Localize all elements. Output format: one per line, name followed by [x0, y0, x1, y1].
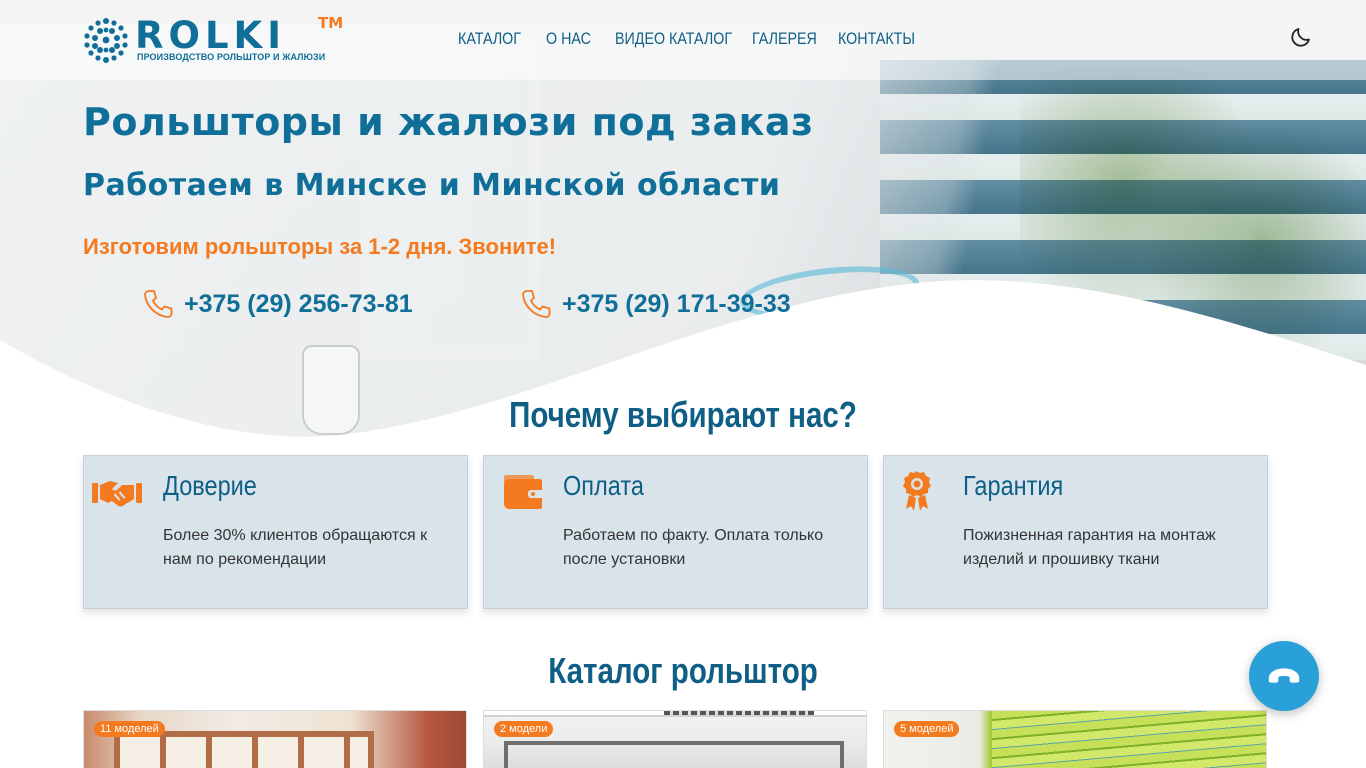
phone-hangup-icon: [1268, 668, 1300, 683]
model-count-badge: 2 модели: [494, 721, 554, 737]
hero-subtitle: Работаем в Минске и Минской области: [83, 168, 781, 203]
handshake-icon: [92, 481, 142, 507]
catalog-image: [484, 711, 866, 768]
nav-item-gallery[interactable]: ГАЛЕРЕЯ: [752, 29, 817, 49]
logo-tagline: ПРОИЗВОДСТВО РОЛЬШТОР И ЖАЛЮЗИ: [137, 52, 326, 62]
nav-item-catalog[interactable]: КАТАЛОГ: [458, 29, 521, 49]
catalog-title: Каталог рольштор: [548, 650, 818, 691]
logo-wordmark: ROLKI: [135, 14, 286, 57]
nav-item-about[interactable]: О НАС: [546, 29, 591, 49]
model-count-badge: 11 моделей: [94, 721, 165, 737]
phone-link-1[interactable]: +375 (29) 256-73-81: [142, 288, 413, 320]
award-icon: [903, 471, 931, 511]
why-card-payment: Оплата Работаем по факту. Оплата только …: [483, 455, 868, 609]
phone-icon: [144, 290, 173, 318]
phone-link-2[interactable]: +375 (29) 171-39-33: [520, 288, 791, 320]
hero-title: Рольшторы и жалюзи под заказ: [83, 100, 814, 144]
catalog-card[interactable]: 5 моделей: [883, 710, 1267, 768]
why-card-title: Оплата: [563, 470, 644, 501]
nav-item-video-catalog[interactable]: ВИДЕО КАТАЛОГ: [615, 29, 732, 49]
why-card-text: Более 30% клиентов обращаются к нам по р…: [163, 527, 428, 568]
phone-icon: [522, 290, 551, 318]
why-card-text: Пожизненная гарантия на монтаж изделий и…: [963, 527, 1216, 568]
nav-item-contacts[interactable]: КОНТАКТЫ: [838, 29, 915, 49]
logo-trademark: TM: [318, 14, 344, 32]
catalog-image: [84, 711, 466, 768]
logo-dots-icon: [84, 18, 128, 63]
model-count-badge: 5 моделей: [894, 721, 960, 737]
site-logo[interactable]: ROLKI TM ПРОИЗВОДСТВО РОЛЬШТОР И ЖАЛЮЗИ: [83, 14, 345, 66]
callback-button[interactable]: [1249, 641, 1319, 711]
why-card-title: Доверие: [163, 470, 257, 501]
phone-number-2: +375 (29) 171-39-33: [562, 289, 791, 318]
phone-number-1: +375 (29) 256-73-81: [184, 289, 413, 318]
catalog-card[interactable]: 11 моделей: [83, 710, 467, 768]
catalog-card[interactable]: 2 модели: [483, 710, 867, 768]
hero-cta-text: Изготовим рольшторы за 1-2 дня. Звоните!: [83, 234, 557, 259]
wallet-icon: [504, 475, 542, 509]
why-card-title: Гарантия: [963, 470, 1064, 501]
why-card-text: Работаем по факту. Оплата только после у…: [563, 527, 824, 568]
why-card-trust: Доверие Более 30% клиентов обращаются к …: [83, 455, 468, 609]
why-us-title: Почему выбирают нас?: [509, 394, 857, 435]
why-card-guarantee: Гарантия Пожизненная гарантия на монтаж …: [883, 455, 1268, 609]
catalog-image: [884, 711, 1266, 768]
moon-icon[interactable]: [1289, 25, 1313, 49]
